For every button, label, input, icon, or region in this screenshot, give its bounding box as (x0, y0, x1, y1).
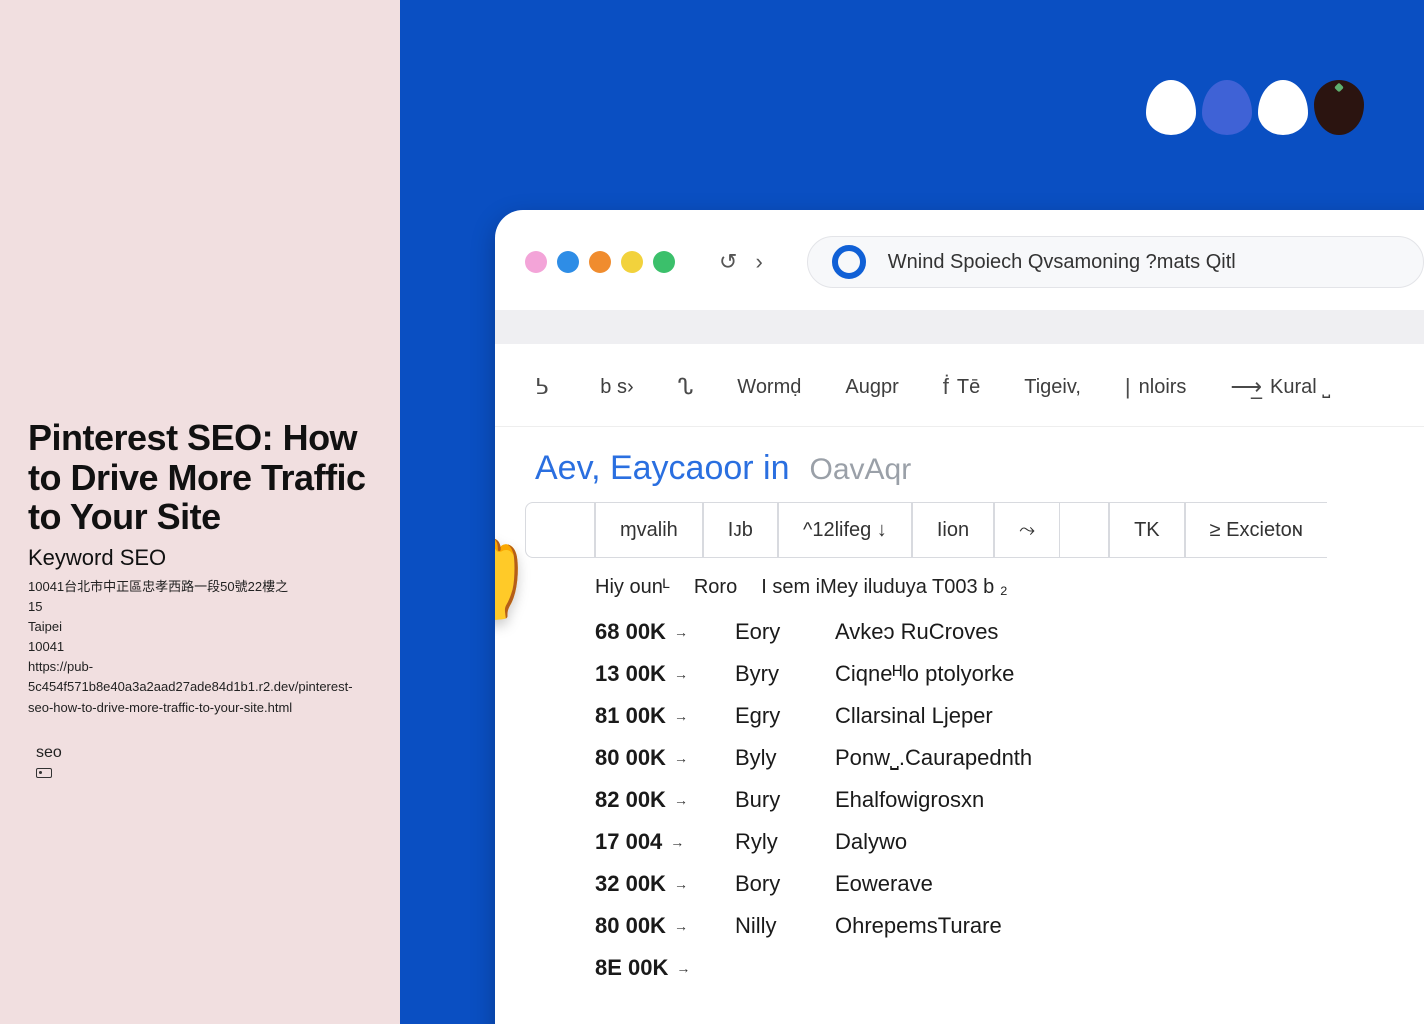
row-code: Byly (735, 745, 805, 771)
filter-3[interactable]: Iion (912, 502, 994, 558)
address-bar[interactable]: Wnind Spoiech Qvsamoning ?mats Qitl (807, 236, 1424, 288)
row-code: Egry (735, 703, 805, 729)
browser-chrome: ↺ › Wnind Spoiech Qvsamoning ?mats Qitl (495, 210, 1424, 310)
summary-a: Hiy ounᴸ (595, 576, 670, 599)
row-volume: 80 00K→ (595, 745, 705, 771)
heading-main: Aev, Eaycaoor in (535, 449, 790, 488)
window-controls (525, 251, 675, 273)
row-volume: 81 00K→ (595, 703, 705, 729)
row-code: Byry (735, 661, 805, 687)
logo-shape-3 (1258, 80, 1308, 135)
row-volume: 13 00K→ (595, 661, 705, 687)
summary-b: Roro (694, 576, 737, 599)
toolbar-item-0[interactable]: ᕊ (535, 374, 556, 400)
row-term: Ponw⎵.Caurapednth (835, 745, 1032, 771)
seo-box: seo (28, 744, 372, 778)
toolbar-icon-0: ᕊ (535, 374, 548, 400)
results-list: 68 00K→ Eory Avkeɔ RuCroves 13 00K→ Byry Ciq… (495, 605, 1424, 989)
toolbar-item-2[interactable]: ᔐ (678, 374, 694, 400)
filter-4[interactable]: ⤳ (994, 502, 1060, 558)
table-row[interactable]: 80 00K→ Byly Ponw⎵.Caurapednth (595, 737, 1424, 779)
table-row[interactable]: 13 00K→ Byry Ciqneᴴlo ptolyorke (595, 653, 1424, 695)
row-term: Cllarsinal Ljeper (835, 703, 993, 729)
logo-shape-4 (1314, 80, 1364, 135)
row-term: OhrepemsTurare (835, 913, 1002, 939)
toolbar-item-1[interactable]: b s› (600, 376, 633, 399)
row-term: Avkeɔ RuCroves (835, 619, 998, 645)
toolbar: ᕊ b s› ᔐ Wormḍ Augpr ḟTē Tigeiv, |nloirs… (495, 344, 1424, 427)
filter-0[interactable]: ɱvalih (595, 502, 703, 558)
row-volume: 32 00K→ (595, 871, 705, 897)
toolbar-item-7[interactable]: |nloirs (1125, 374, 1187, 400)
address-line-1: 10041台北市中正區忠孝西路一段50號22樓之 (28, 577, 372, 597)
table-row[interactable]: 81 00K→ Egry Cllarsinal Ljeper (595, 695, 1424, 737)
filter-6[interactable]: ≥ Excietoɴ (1185, 502, 1327, 558)
row-volume: 82 00K→ (595, 787, 705, 813)
filter-2[interactable]: ^12lifeg ↓ (778, 502, 912, 558)
dot-3 (589, 251, 611, 273)
logo-shape-1 (1146, 80, 1196, 135)
filter-hand-slot: 👆 (525, 502, 595, 558)
dot-2 (557, 251, 579, 273)
meta-block: 10041台北市中正區忠孝西路一段50號22樓之 15 Taipei 10041… (28, 577, 372, 718)
toolbar-icon-8: ⟶̲ (1230, 374, 1262, 400)
search-engine-icon (832, 245, 866, 279)
address-text: Wnind Spoiech Qvsamoning ?mats Qitl (888, 251, 1236, 274)
summary-row: Hiy ounᴸ Roro I sem iMey iluduya T003 b … (495, 558, 1424, 605)
toolbar-item-6[interactable]: Tigeiv, (1024, 376, 1081, 399)
browser-window: ↺ › Wnind Spoiech Qvsamoning ?mats Qitl … (495, 210, 1424, 1024)
toolbar-item-3[interactable]: Wormḍ (737, 376, 801, 399)
row-term: Ciqneᴴlo ptolyorke (835, 661, 1014, 687)
row-code: Nilly (735, 913, 805, 939)
filter-1[interactable]: Iᴊb (703, 502, 778, 558)
page-subtitle: Keyword SEO (28, 545, 372, 571)
row-volume: 17 004→ (595, 829, 705, 855)
section-heading: Aev, Eaycaoor in OavAqr (495, 427, 1424, 502)
row-code: Bory (735, 871, 805, 897)
table-row[interactable]: 8E 00K→ (595, 947, 1424, 989)
row-term: Dalywo (835, 829, 907, 855)
seo-label: seo (28, 744, 372, 762)
row-term: Eowerave (835, 871, 933, 897)
reload-icon[interactable]: ↺ (719, 249, 737, 275)
row-code: Bury (735, 787, 805, 813)
address-line-2: 15 (28, 597, 372, 617)
toolbar-item-5[interactable]: ḟTē (943, 374, 980, 400)
row-volume: 8E 00K→ (595, 955, 705, 981)
sidebar: Pinterest SEO: How to Drive More Traffic… (0, 0, 400, 1024)
page-title: Pinterest SEO: How to Drive More Traffic… (28, 418, 372, 537)
heading-sub: OavAqr (810, 453, 912, 487)
dot-1 (525, 251, 547, 273)
table-row[interactable]: 82 00K→ Bury Ehalfowigrosxn (595, 779, 1424, 821)
summary-c: I sem iMey iluduya T003 b ₂ (761, 576, 1007, 599)
row-volume: 68 00K→ (595, 619, 705, 645)
city: Taipei (28, 617, 372, 637)
table-row[interactable]: 17 004→ Ryly Dalywo (595, 821, 1424, 863)
logo-shape-2 (1202, 80, 1252, 135)
row-code: Ryly (735, 829, 805, 855)
dot-4 (621, 251, 643, 273)
toolbar-icon-5: ḟ (943, 374, 949, 400)
hero-area: ↺ › Wnind Spoiech Qvsamoning ?mats Qitl … (400, 0, 1424, 1024)
table-row[interactable]: 32 00K→ Bory Eowerave (595, 863, 1424, 905)
row-volume: 80 00K→ (595, 913, 705, 939)
toolbar-icon-2: ᔐ (678, 374, 694, 400)
forward-icon[interactable]: › (755, 249, 762, 275)
canonical-url: https://pub-5c454f571b8e40a3a2aad27ade84… (28, 657, 372, 717)
toolbar-item-4[interactable]: Augpr (845, 376, 898, 399)
toolbar-item-8[interactable]: ⟶̲Kural ⎵ (1230, 374, 1330, 400)
row-term: Ehalfowigrosxn (835, 787, 984, 813)
postcode: 10041 (28, 637, 372, 657)
table-row[interactable]: 80 00K→ Nilly OhrepemsTurare (595, 905, 1424, 947)
table-row[interactable]: 68 00K→ Eory Avkeɔ RuCroves (595, 611, 1424, 653)
filter-5[interactable]: TK (1109, 502, 1185, 558)
logo-cluster (1146, 80, 1364, 135)
toolbar-icon-7: | (1125, 374, 1131, 400)
dot-5 (653, 251, 675, 273)
row-code: Eory (735, 619, 805, 645)
filter-bar: 👆 ɱvalih Iᴊb ^12lifeg ↓ Iion ⤳ TK ≥ Exci… (495, 502, 1424, 558)
image-icon (36, 768, 52, 778)
